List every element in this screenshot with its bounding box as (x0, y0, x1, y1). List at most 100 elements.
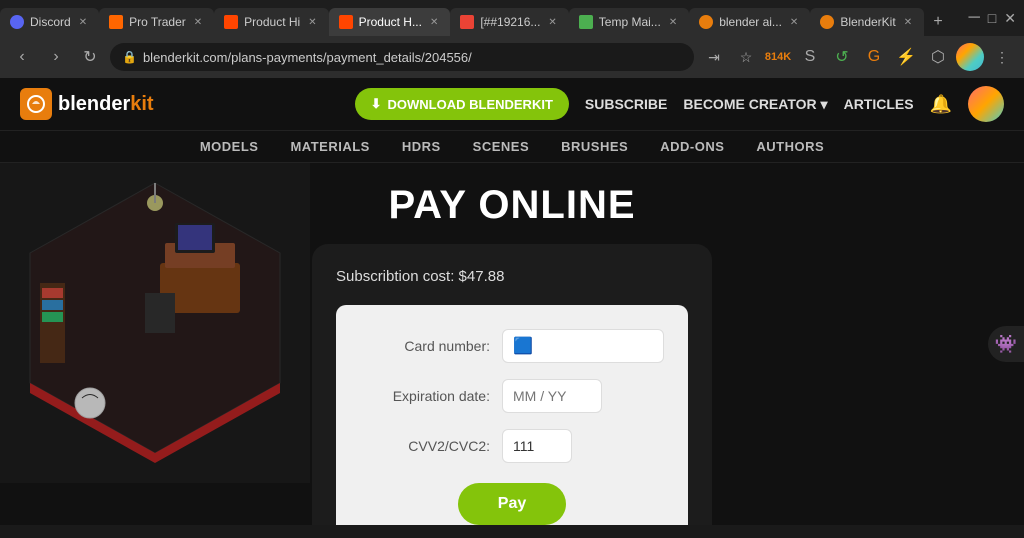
protrader-favicon (109, 15, 123, 29)
logo[interactable]: blenderkit (20, 88, 154, 120)
gmail-favicon (460, 15, 474, 29)
discord-favicon (10, 15, 24, 29)
tab-tempmail-label: Temp Mai... (599, 15, 661, 29)
tab-gmail[interactable]: [##19216... ✕ (450, 8, 568, 36)
browser-actions: ⇥ ☆ 814K S ↺ G ⚡ ⬡ ⋮ (700, 43, 1016, 71)
bookmark-button[interactable]: ☆ (732, 43, 760, 71)
expiration-input-wrapper[interactable] (502, 379, 602, 413)
logo-text: blenderkit (58, 93, 154, 116)
card-number-label: Card number: (360, 338, 490, 354)
become-creator-link[interactable]: BECOME CREATOR (683, 96, 827, 113)
nav-models[interactable]: MODELS (200, 139, 259, 154)
nav-brushes[interactable]: BRUSHES (561, 139, 628, 154)
page-title: PAY ONLINE (388, 183, 635, 228)
browser-chrome: Discord ✕ Pro Trader ✕ Product Hi ✕ Prod… (0, 0, 1024, 36)
nav-actions: ⬇ DOWNLOAD BLENDERKIT SUBSCRIBE BECOME C… (355, 86, 1004, 122)
forward-button[interactable]: › (42, 43, 70, 71)
ext-button-3[interactable]: G (860, 43, 888, 71)
tab-blenderkit-label: BlenderKit (840, 15, 895, 29)
tab-blender-ai[interactable]: blender ai... ✕ (689, 8, 810, 36)
expiration-input[interactable] (513, 388, 591, 404)
cvv-row: CVV2/CVC2: (360, 429, 664, 463)
tab-product2[interactable]: Product H... ✕ (329, 8, 451, 36)
ext-button-4[interactable]: ⚡ (892, 43, 920, 71)
nav-scenes[interactable]: SCENES (473, 139, 529, 154)
subscription-cost: Subscribtion cost: $47.88 (336, 268, 688, 285)
download-icon: ⬇ (371, 96, 382, 112)
address-bar-row: ‹ › ↻ 🔒 blenderkit.com/plans-payments/pa… (0, 36, 1024, 78)
download-button[interactable]: ⬇ DOWNLOAD BLENDERKIT (355, 88, 569, 120)
maximize-icon[interactable]: □ (988, 10, 996, 26)
tab-tempmail[interactable]: Temp Mai... ✕ (569, 8, 689, 36)
address-url: blenderkit.com/plans-payments/payment_de… (143, 50, 472, 65)
pay-button-row: Pay (360, 483, 664, 525)
tab-tempmail-close[interactable]: ✕ (667, 17, 679, 28)
pay-button[interactable]: Pay (458, 483, 566, 525)
main-content: PAY ONLINE Subscribtion cost: $47.88 Car… (0, 163, 1024, 525)
cvv-label: CVV2/CVC2: (360, 438, 490, 454)
nav-hdrs[interactable]: HDRS (402, 139, 441, 154)
tab-discord[interactable]: Discord ✕ (0, 8, 99, 36)
payment-section: PAY ONLINE Subscribtion cost: $47.88 Car… (0, 163, 1024, 525)
minimize-icon[interactable]: ─ (968, 9, 979, 27)
lock-icon: 🔒 (122, 50, 137, 64)
payment-card: Subscribtion cost: $47.88 Card number: 🟦… (312, 244, 712, 525)
profile-button[interactable] (956, 43, 984, 71)
tab-product1-label: Product Hi (244, 15, 300, 29)
notification-button[interactable]: 🔔 (930, 94, 952, 115)
cvv-input-wrapper[interactable] (502, 429, 572, 463)
address-bar[interactable]: 🔒 blenderkit.com/plans-payments/payment_… (110, 43, 694, 71)
card-icon: 🟦 (513, 336, 533, 356)
site-nav-bottom: MODELS MATERIALS HDRS SCENES BRUSHES ADD… (0, 130, 1024, 162)
card-number-row: Card number: 🟦 (360, 329, 664, 363)
site-nav-top: blenderkit ⬇ DOWNLOAD BLENDERKIT SUBSCRI… (0, 78, 1024, 130)
ext-button-2[interactable]: ↺ (828, 43, 856, 71)
tab-product2-close[interactable]: ✕ (428, 17, 440, 28)
nav-authors[interactable]: AUTHORS (756, 139, 824, 154)
ext-button-5[interactable]: ⬡ (924, 43, 952, 71)
blenderkit-favicon (820, 15, 834, 29)
nav-materials[interactable]: MATERIALS (290, 139, 369, 154)
extension-badge-button[interactable]: 814K (764, 43, 792, 71)
product2-favicon (339, 15, 353, 29)
nav-addons[interactable]: ADD-ONS (660, 139, 724, 154)
new-tab-button[interactable]: + (924, 8, 952, 36)
ext-button-1[interactable]: S (796, 43, 824, 71)
tab-protrader-label: Pro Trader (129, 15, 186, 29)
tempmail-favicon (579, 15, 593, 29)
cvv-input[interactable] (513, 438, 561, 454)
tab-discord-close[interactable]: ✕ (77, 17, 89, 28)
download-label: DOWNLOAD BLENDERKIT (388, 97, 553, 112)
tab-protrader[interactable]: Pro Trader ✕ (99, 8, 214, 36)
tab-product2-label: Product H... (359, 15, 422, 29)
tab-gmail-close[interactable]: ✕ (546, 17, 558, 28)
expiration-row: Expiration date: (360, 379, 664, 413)
reload-button[interactable]: ↻ (76, 43, 104, 71)
tab-blenderkit[interactable]: BlenderKit ✕ (810, 8, 924, 36)
chat-icon: 👾 (995, 334, 1017, 355)
articles-link[interactable]: ARTICLES (844, 96, 914, 112)
cast-button[interactable]: ⇥ (700, 43, 728, 71)
window-controls: ─ □ ✕ (960, 9, 1024, 27)
tab-blender-ai-label: blender ai... (719, 15, 782, 29)
user-avatar[interactable] (968, 86, 1004, 122)
close-icon[interactable]: ✕ (1004, 10, 1016, 27)
tab-product1[interactable]: Product Hi ✕ (214, 8, 328, 36)
logo-kit: kit (130, 93, 153, 115)
card-number-input[interactable] (539, 338, 653, 354)
site-header: blenderkit ⬇ DOWNLOAD BLENDERKIT SUBSCRI… (0, 78, 1024, 163)
chat-widget[interactable]: 👾 (988, 326, 1024, 362)
product1-favicon (224, 15, 238, 29)
tab-blenderkit-close[interactable]: ✕ (902, 17, 914, 28)
blenderkit-logo-svg (26, 94, 46, 114)
back-button[interactable]: ‹ (8, 43, 36, 71)
expiration-label: Expiration date: (360, 388, 490, 404)
subscribe-link[interactable]: SUBSCRIBE (585, 96, 667, 112)
profile-avatar (956, 43, 984, 71)
card-number-input-wrapper[interactable]: 🟦 (502, 329, 664, 363)
tab-protrader-close[interactable]: ✕ (192, 17, 204, 28)
tab-product1-close[interactable]: ✕ (306, 17, 318, 28)
tab-discord-label: Discord (30, 15, 71, 29)
tab-blender-ai-close[interactable]: ✕ (788, 17, 800, 28)
menu-button[interactable]: ⋮ (988, 43, 1016, 71)
